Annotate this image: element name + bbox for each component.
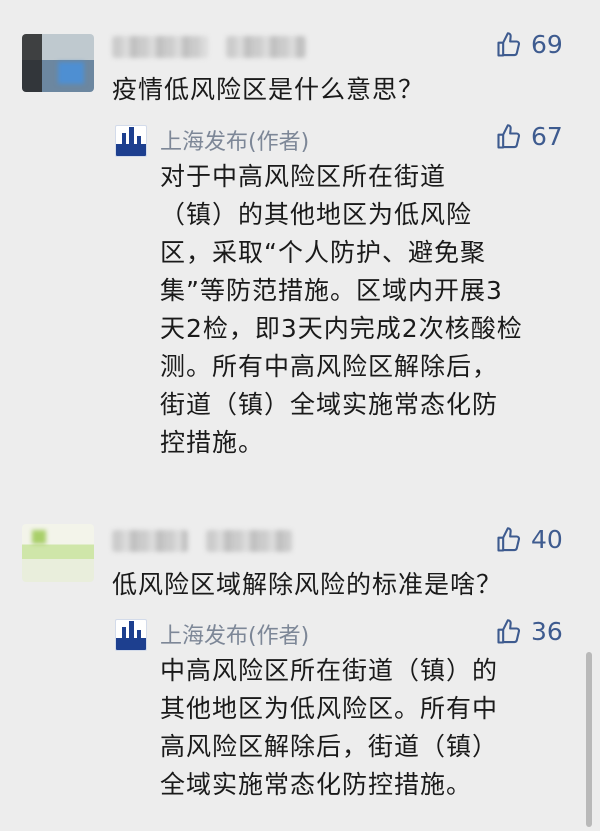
reply-line: 街道（镇）全域实施常态化防: [160, 390, 499, 419]
comment-text: 疫情低风险区是什么意思？: [112, 75, 425, 104]
like-button[interactable]: 69: [495, 30, 563, 59]
reply-like-button[interactable]: 36: [495, 617, 563, 646]
reply-author[interactable]: 上海发布(作者): [160, 124, 309, 156]
shanghai-fabu-logo[interactable]: [115, 619, 147, 651]
reply-line: 天2检，即3天内完成2次核酸检: [160, 314, 523, 343]
reply-text: 对于中高风险区所在街道 （镇）的其他地区为低风险 区，采取“个人防护、避免聚 集…: [160, 158, 523, 462]
shanghai-fabu-logo[interactable]: [115, 125, 147, 157]
like-count: 67: [531, 122, 563, 151]
reply-line: 控措施。: [160, 428, 265, 457]
thumbs-up-icon: [497, 526, 521, 552]
thumbs-up-icon: [497, 618, 521, 644]
reply-author[interactable]: 上海发布(作者): [160, 618, 309, 650]
reply-line: 集”等防范措施。区域内开展3: [160, 276, 503, 305]
commenter-name-blurred: [226, 36, 306, 58]
thumbs-up-icon: [497, 123, 521, 149]
commenter-name-blurred: [206, 530, 292, 552]
reply-text: 中高风险区所在街道（镇）的 其他地区为低风险区。所有中 高风险区解除后，街道（镇…: [160, 652, 498, 804]
reply-line: 对于中高风险区所在街道: [160, 162, 447, 191]
commenter-name-blurred[interactable]: [112, 36, 208, 58]
reply-like-button[interactable]: 67: [495, 122, 563, 151]
scrollbar[interactable]: [586, 652, 592, 827]
commenter-avatar[interactable]: [22, 34, 94, 92]
comment-text: 低风险区域解除风险的标准是啥？: [112, 570, 503, 599]
thumbs-up-icon: [497, 31, 521, 57]
reply-line: 全域实施常态化防控措施。: [160, 770, 473, 799]
reply-line: 高风险区解除后，街道（镇）: [160, 732, 499, 761]
like-button[interactable]: 40: [495, 525, 563, 554]
reply-line: 测。所有中高风险区解除后，: [160, 352, 499, 381]
like-count: 69: [531, 30, 563, 59]
commenter-avatar[interactable]: [22, 524, 94, 582]
like-count: 40: [531, 525, 563, 554]
reply-line: 其他地区为低风险区。所有中: [160, 694, 499, 723]
reply-line: 区，采取“个人防护、避免聚: [160, 238, 486, 267]
like-count: 36: [531, 617, 563, 646]
reply-line: （镇）的其他地区为低风险: [160, 200, 473, 229]
commenter-name-blurred[interactable]: [112, 530, 188, 552]
reply-line: 中高风险区所在街道（镇）的: [160, 656, 499, 685]
